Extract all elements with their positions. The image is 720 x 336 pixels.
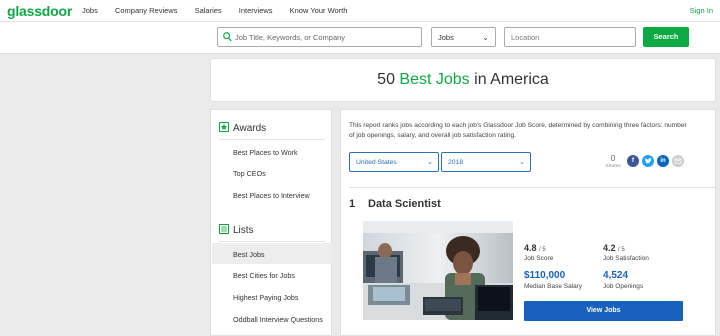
report-card: This report ranks jobs according to each…	[340, 109, 717, 336]
job-score-label: Job Score	[524, 255, 554, 262]
report-description: This report ranks jobs according to each…	[349, 122, 687, 139]
share-label: Shares	[605, 164, 621, 169]
year-select[interactable]: 2018 ⌄	[441, 152, 531, 172]
page-title-box: 50 Best Jobs in America	[210, 58, 716, 102]
sidebar-item-top-ceos[interactable]: Top CEOs	[233, 169, 266, 178]
title-suffix: in America	[469, 71, 549, 88]
email-icon[interactable]	[672, 155, 684, 167]
lists-heading-label: Lists	[233, 225, 254, 236]
chevron-down-icon: ⌄	[427, 159, 433, 166]
sidebar-item-oddball-interview-questions[interactable]: Oddball Interview Questions	[233, 315, 323, 324]
sidebar-item-best-jobs[interactable]: Best Jobs	[233, 250, 265, 259]
job-photo	[363, 221, 513, 320]
chevron-down-icon: ⌄	[482, 33, 489, 42]
job-score-value: 4.8 / 5	[524, 243, 546, 253]
year-value: 2018	[448, 159, 464, 166]
sidebar-item-best-places-to-interview[interactable]: Best Places to Interview	[233, 191, 310, 200]
sidebar-item-highest-paying-jobs[interactable]: Highest Paying Jobs	[233, 293, 299, 302]
awards-divider	[219, 139, 325, 140]
title-prefix: 50	[377, 71, 400, 88]
job-score-denominator: / 5	[539, 247, 546, 253]
chevron-down-icon: ⌄	[519, 159, 525, 166]
sign-in-link[interactable]: Sign In	[690, 6, 713, 15]
search-icon	[223, 32, 232, 42]
facebook-icon[interactable]: f	[627, 155, 639, 167]
median-salary-value: $110,000	[524, 270, 566, 281]
job-satisfaction-value: 4.2 / 5	[603, 243, 625, 253]
nav-link-jobs[interactable]: Jobs	[82, 6, 98, 15]
job-openings-value: 4,524	[603, 270, 629, 281]
share-count: 0	[610, 154, 616, 163]
awards-heading-label: Awards	[233, 123, 267, 134]
title-accent: Best Jobs	[399, 71, 470, 88]
glassdoor-logo[interactable]: glassdoor	[7, 3, 72, 19]
median-salary-label: Median Base Salary	[524, 283, 583, 290]
country-value: United States	[356, 159, 397, 166]
search-category-value: Jobs	[438, 33, 454, 42]
job-satisfaction-label: Job Satisfaction	[603, 255, 649, 262]
nav-link-company-reviews[interactable]: Company Reviews	[115, 6, 178, 15]
location-input[interactable]: Location	[504, 27, 636, 47]
sidebar-item-best-cities-for-jobs[interactable]: Best Cities for Jobs	[233, 271, 295, 280]
keyword-search-input[interactable]: Job Title, Keywords, or Company	[217, 27, 422, 47]
country-select[interactable]: United States ⌄	[349, 152, 439, 172]
nav-links: Jobs Company Reviews Salaries Interviews…	[82, 6, 362, 15]
keyword-placeholder: Job Title, Keywords, or Company	[235, 33, 346, 42]
view-jobs-button[interactable]: View Jobs	[524, 301, 683, 321]
job-title[interactable]: Data Scientist	[368, 198, 441, 210]
twitter-icon[interactable]	[642, 155, 654, 167]
lists-heading: Lists	[219, 224, 254, 236]
job-satisfaction-denominator: / 5	[618, 247, 625, 253]
job-rank: 1	[349, 198, 356, 210]
search-button[interactable]: Search	[643, 27, 689, 47]
job-openings-label: Job Openings	[603, 283, 644, 290]
sidebar: Awards Best Places to Work Top CEOs Best…	[210, 109, 332, 336]
page-title: 50 Best Jobs in America	[211, 71, 715, 89]
job-satisfaction-number: 4.2	[603, 243, 616, 253]
job-score-number: 4.8	[524, 243, 537, 253]
nav-link-interviews[interactable]: Interviews	[239, 6, 273, 15]
sidebar-item-best-places-to-work[interactable]: Best Places to Work	[233, 148, 298, 157]
linkedin-icon[interactable]: in	[657, 155, 669, 167]
nav-link-salaries[interactable]: Salaries	[195, 6, 222, 15]
section-divider	[349, 187, 717, 188]
location-placeholder: Location	[511, 33, 540, 42]
search-bar: Job Title, Keywords, or Company Jobs ⌄ L…	[0, 22, 720, 54]
selected-item-highlight	[212, 243, 332, 264]
list-icon	[219, 224, 229, 234]
lists-divider	[219, 241, 325, 242]
nav-link-know-your-worth[interactable]: Know Your Worth	[290, 6, 348, 15]
top-nav: glassdoor Jobs Company Reviews Salaries …	[0, 0, 720, 22]
awards-heading: Awards	[219, 122, 266, 134]
office-photo-illustration	[363, 221, 513, 320]
search-category-select[interactable]: Jobs ⌄	[431, 27, 496, 47]
award-star-icon	[219, 122, 229, 132]
